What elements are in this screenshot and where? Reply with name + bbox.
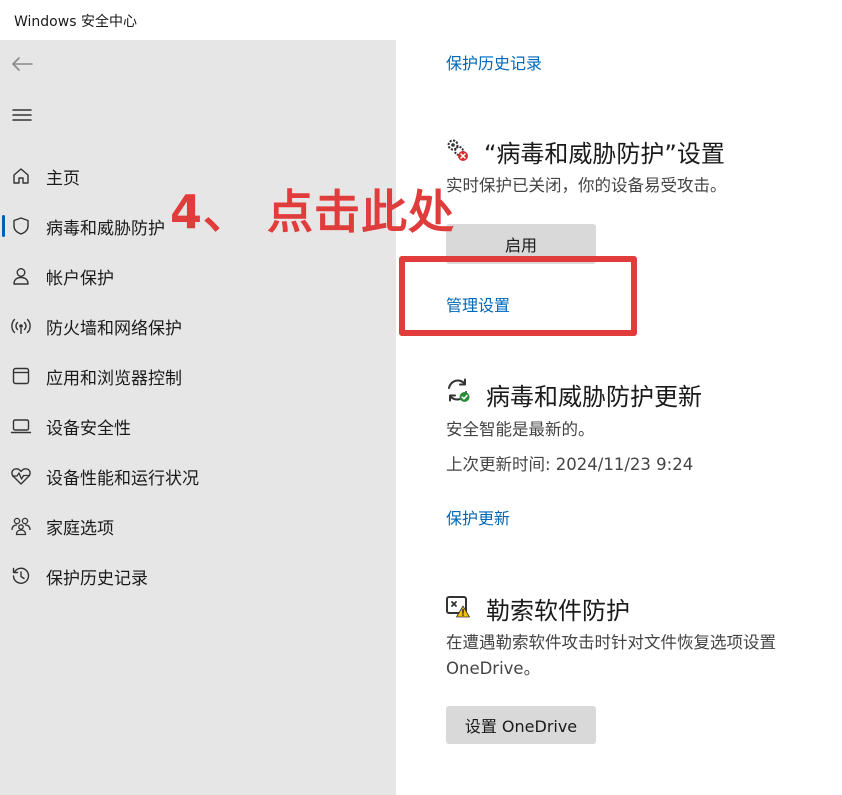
updates-status: 安全智能是最新的。 [446,420,595,439]
sidebar-item-device-security[interactable]: 设备安全性 [0,401,396,451]
hamburger-menu-icon [12,107,32,126]
ransomware-warning-icon [444,592,472,620]
wireless-icon [10,315,32,337]
laptop-icon [10,415,32,437]
sidebar-item-label: 保护历史记录 [46,568,148,589]
realtime-protection-status: 实时保护已关闭，你的设备易受攻击。 [446,176,727,195]
sidebar-item-label: 设备性能和运行状况 [46,468,199,489]
sidebar: 主页 病毒和威胁防护 帐户保护 防火墙和网络保护 应用和浏览器控制 设备安全性 … [0,40,396,795]
sidebar-item-label: 病毒和威胁防护 [46,218,165,239]
history-icon [10,565,32,587]
ransomware-section-title: 勒索软件防护 [486,597,630,625]
title-bar: Windows 安全中心 [0,0,842,40]
sidebar-item-label: 防火墙和网络保护 [46,318,182,339]
back-button[interactable] [8,52,36,80]
last-update-time: 上次更新时间: 2024/11/23 9:24 [446,455,694,474]
sidebar-item-firewall[interactable]: 防火墙和网络保护 [0,301,396,351]
home-icon [10,165,32,187]
ransomware-description-line1: 在遭遇勒索软件攻击时针对文件恢复选项设置 [446,633,776,652]
sidebar-item-label: 主页 [46,168,80,189]
update-check-icon [444,376,472,404]
settings-section-title: “病毒和威胁防护”设置 [484,140,725,168]
sidebar-item-account-protection[interactable]: 帐户保护 [0,251,396,301]
updates-section-title: 病毒和威胁防护更新 [486,383,702,411]
sidebar-item-label: 帐户保护 [46,268,114,289]
setup-onedrive-button[interactable]: 设置 OneDrive [446,706,596,744]
person-icon [10,265,32,287]
app-window-icon [10,365,32,387]
window-title: Windows 安全中心 [14,14,137,30]
main-content: 保护历史记录 “病毒和威胁防护”设置 实时保护已关闭，你的设备易受攻击。 启用 … [396,40,842,795]
back-arrow-icon [11,56,33,76]
protection-updates-link[interactable]: 保护更新 [446,505,510,529]
sidebar-item-label: 应用和浏览器控制 [46,368,182,389]
active-indicator [2,215,5,237]
shield-icon [10,215,32,237]
heart-pulse-icon [10,465,32,487]
ransomware-description-line2: OneDrive。 [446,659,541,678]
sidebar-item-app-browser-control[interactable]: 应用和浏览器控制 [0,351,396,401]
sidebar-item-protection-history[interactable]: 保护历史记录 [0,551,396,601]
sidebar-item-device-health[interactable]: 设备性能和运行状况 [0,451,396,501]
gear-warning-icon [444,136,472,164]
sidebar-item-family-options[interactable]: 家庭选项 [0,501,396,551]
protection-history-link[interactable]: 保护历史记录 [446,50,542,74]
sidebar-item-label: 设备安全性 [46,418,131,439]
step-annotation-label: 4、 点击此处 [170,185,456,239]
menu-button[interactable] [8,102,36,130]
enable-button[interactable]: 启用 [446,224,596,264]
sidebar-item-label: 家庭选项 [46,518,114,539]
manage-settings-link[interactable]: 管理设置 [446,292,510,316]
family-icon [10,515,32,537]
